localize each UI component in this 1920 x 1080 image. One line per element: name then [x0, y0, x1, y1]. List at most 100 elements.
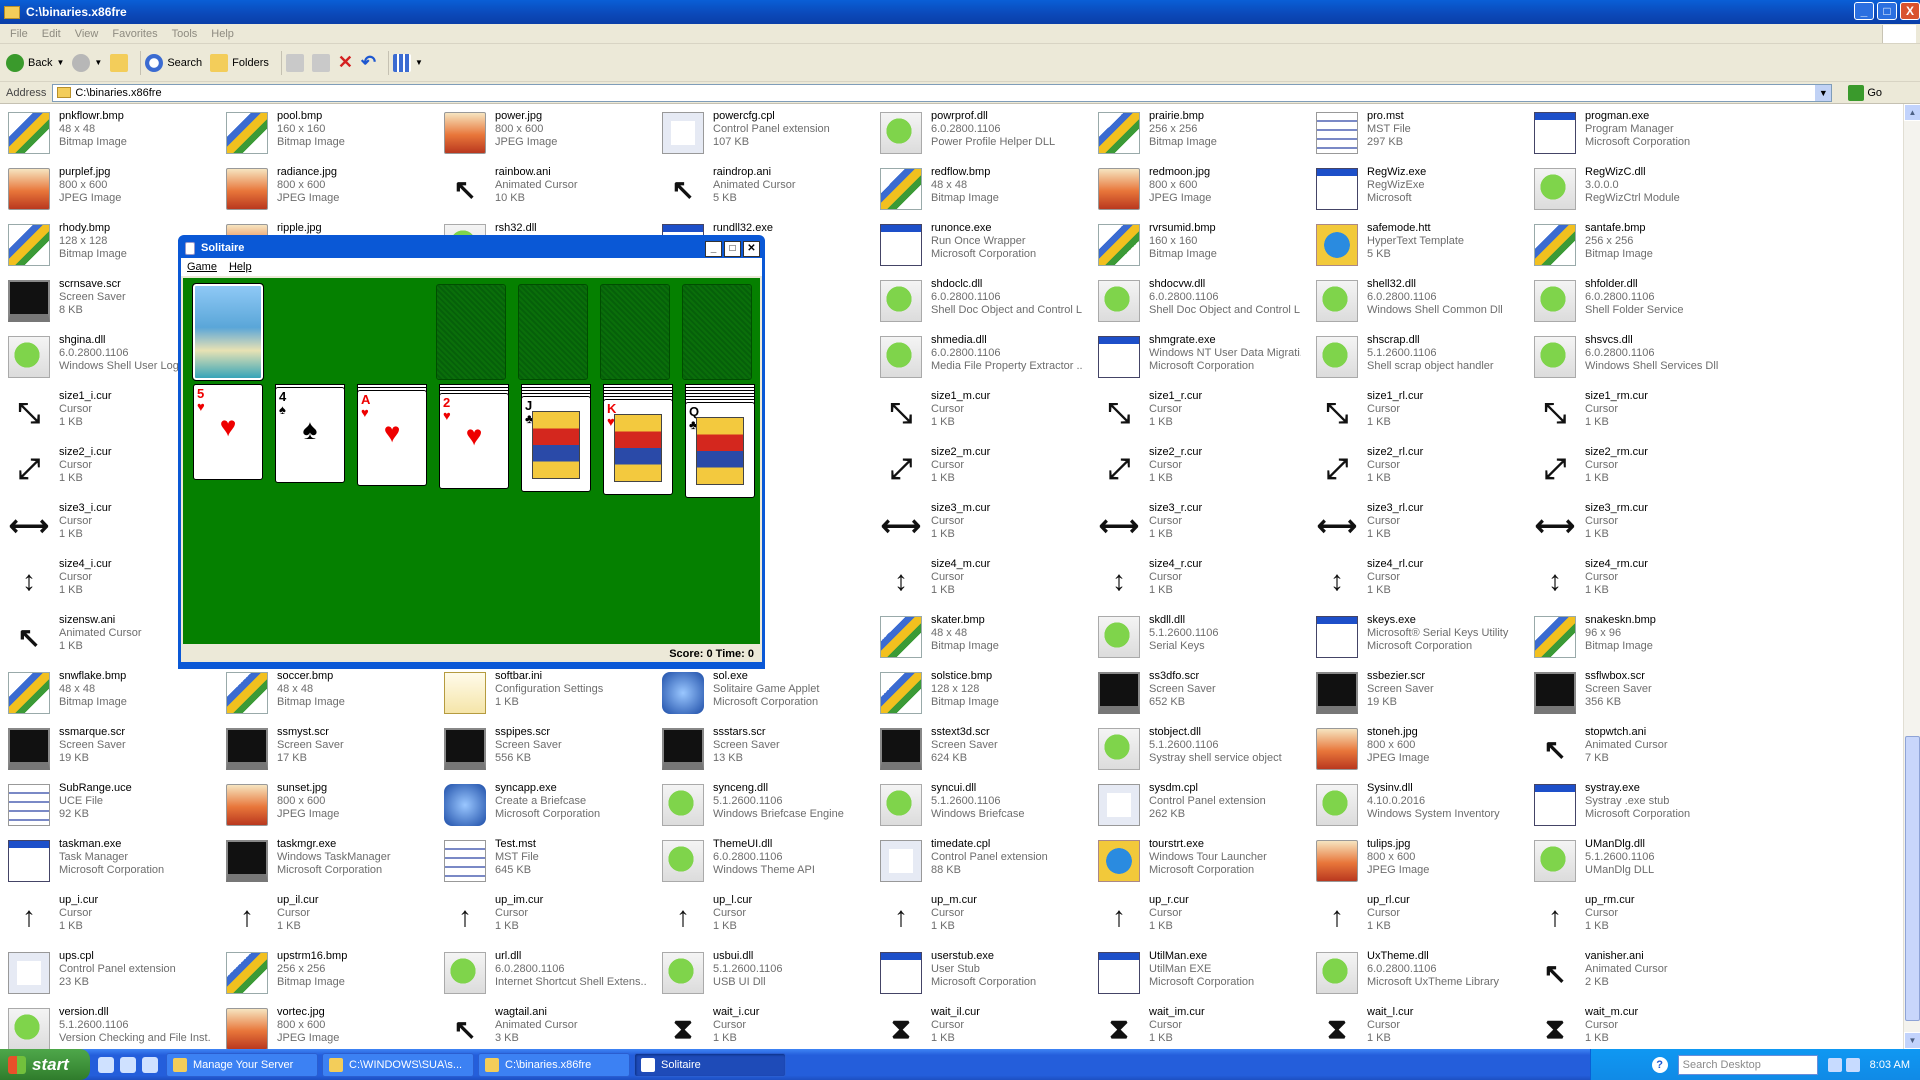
solitaire-maximize-button[interactable]: □	[724, 241, 741, 257]
file-item[interactable]: ⤡ size1_m.cur Cursor 1 KB	[872, 384, 1087, 440]
file-item[interactable]: skeys.exe Microsoft® Serial Keys Utility M…	[1308, 608, 1523, 664]
file-item[interactable]: sysdm.cpl Control Panel extension 262 KB	[1090, 776, 1305, 832]
file-item[interactable]: version.dll 5.1.2600.1106 Version Checking…	[0, 1000, 215, 1049]
file-item[interactable]: shdoclc.dll 6.0.2800.1106 Shell Doc Object…	[872, 272, 1087, 328]
delete-button[interactable]: ✕	[338, 52, 353, 73]
file-item[interactable]: ↕ size4_r.cur Cursor 1 KB	[1090, 552, 1305, 608]
file-item[interactable]: redmoon.jpg 800 x 600 JPEG Image	[1090, 160, 1305, 216]
file-item[interactable]: snakeskn.bmp 96 x 96 Bitmap Image	[1526, 608, 1741, 664]
file-item[interactable]: ⧗ wait_m.cur Cursor 1 KB	[1526, 1000, 1741, 1049]
file-item[interactable]: sunset.jpg 800 x 600 JPEG Image	[218, 776, 433, 832]
file-item[interactable]: runonce.exe Run Once Wrapper Microsoft Cor…	[872, 216, 1087, 272]
task-manage-your-server[interactable]: Manage Your Server	[166, 1052, 318, 1077]
file-item[interactable]: sol.exe Solitaire Game Applet Microsoft Co…	[654, 664, 869, 720]
up-folder-button[interactable]	[110, 53, 129, 72]
undo-button[interactable]: ↶	[361, 52, 376, 73]
file-item[interactable]: ⧗ wait_im.cur Cursor 1 KB	[1090, 1000, 1305, 1049]
close-button[interactable]: X	[1900, 2, 1920, 20]
copy-to-button[interactable]	[311, 53, 330, 72]
menu-tools[interactable]: Tools	[172, 28, 198, 40]
solitaire-titlebar[interactable]: Solitaire _ □ ✕	[181, 238, 762, 258]
scroll-thumb[interactable]	[1905, 736, 1920, 1021]
file-item[interactable]: usbui.dll 5.1.2600.1106 USB UI Dll	[654, 944, 869, 1000]
chevron-down-icon[interactable]: ▼	[1815, 84, 1832, 101]
menu-favorites[interactable]: Favorites	[112, 28, 157, 40]
views-button[interactable]: ▼	[393, 53, 423, 72]
file-item[interactable]: pro.mst MST File 297 KB	[1308, 104, 1523, 160]
file-item[interactable]: ↕ size4_m.cur Cursor 1 KB	[872, 552, 1087, 608]
file-item[interactable]: UxTheme.dll 6.0.2800.1106 Microsoft UxThem…	[1308, 944, 1523, 1000]
menu-edit[interactable]: Edit	[42, 28, 61, 40]
file-item[interactable]: tulips.jpg 800 x 600 JPEG Image	[1308, 832, 1523, 888]
file-item[interactable]: ssmyst.scr Screen Saver 17 KB	[218, 720, 433, 776]
search-button[interactable]: Search	[145, 53, 202, 72]
file-item[interactable]: ↕ size4_rm.cur Cursor 1 KB	[1526, 552, 1741, 608]
file-item[interactable]: taskmgr.exe Windows TaskManager Microsoft …	[218, 832, 433, 888]
file-item[interactable]: ↖ wagtail.ani Animated Cursor 3 KB	[436, 1000, 651, 1049]
task-solitaire[interactable]: Solitaire	[634, 1052, 786, 1077]
folders-button[interactable]: Folders	[210, 53, 269, 72]
file-item[interactable]: ↑ up_rl.cur Cursor 1 KB	[1308, 888, 1523, 944]
file-item[interactable]: ssbezier.scr Screen Saver 19 KB	[1308, 664, 1523, 720]
tableau-card[interactable]: K ♥	[603, 399, 673, 495]
help-icon[interactable]: ?	[1651, 1056, 1668, 1073]
file-item[interactable]: prairie.bmp 256 x 256 Bitmap Image	[1090, 104, 1305, 160]
file-item[interactable]: UtilMan.exe UtilMan EXE Microsoft Corporat…	[1090, 944, 1305, 1000]
window-titlebar[interactable]: C:\binaries.x86fre _ □ X	[0, 0, 1920, 24]
file-item[interactable]: ⤢ size2_rm.cur Cursor 1 KB	[1526, 440, 1741, 496]
file-item[interactable]: ↖ raindrop.ani Animated Cursor 5 KB	[654, 160, 869, 216]
file-item[interactable]: ⧗ wait_i.cur Cursor 1 KB	[654, 1000, 869, 1049]
file-item[interactable]: purplef.jpg 800 x 600 JPEG Image	[0, 160, 215, 216]
file-item[interactable]: skdll.dll 5.1.2600.1106 Serial Keys	[1090, 608, 1305, 664]
file-item[interactable]: ↖ rainbow.ani Animated Cursor 10 KB	[436, 160, 651, 216]
minimize-button[interactable]: _	[1854, 2, 1874, 20]
file-item[interactable]: shell32.dll 6.0.2800.1106 Windows Shell Co…	[1308, 272, 1523, 328]
tableau-card[interactable]: J ♣	[521, 396, 591, 492]
file-item[interactable]: taskman.exe Task Manager Microsoft Corpora…	[0, 832, 215, 888]
address-field[interactable]: C:\binaries.x86fre ▼	[52, 83, 1833, 102]
file-item[interactable]: powercfg.cpl Control Panel extension 107 K…	[654, 104, 869, 160]
solitaire-close-button[interactable]: ✕	[743, 241, 760, 257]
file-item[interactable]: ↑ up_i.cur Cursor 1 KB	[0, 888, 215, 944]
vertical-scrollbar[interactable]: ▲ ▼	[1903, 104, 1920, 1049]
stock-pile[interactable]	[192, 283, 264, 381]
menu-help[interactable]: Help	[229, 261, 252, 273]
file-item[interactable]: sstext3d.scr Screen Saver 624 KB	[872, 720, 1087, 776]
file-item[interactable]: shsvcs.dll 6.0.2800.1106 Windows Shell Ser…	[1526, 328, 1741, 384]
file-item[interactable]: ssflwbox.scr Screen Saver 356 KB	[1526, 664, 1741, 720]
file-item[interactable]: upstrm16.bmp 256 x 256 Bitmap Image	[218, 944, 433, 1000]
menu-help[interactable]: Help	[211, 28, 234, 40]
file-item[interactable]: ssmarque.scr Screen Saver 19 KB	[0, 720, 215, 776]
menu-game[interactable]: Game	[187, 261, 217, 273]
file-item[interactable]: pool.bmp 160 x 160 Bitmap Image	[218, 104, 433, 160]
file-item[interactable]: ⧗ wait_il.cur Cursor 1 KB	[872, 1000, 1087, 1049]
task-sua-folder[interactable]: C:\WINDOWS\SUA\s...	[322, 1052, 474, 1077]
file-item[interactable]: snwflake.bmp 48 x 48 Bitmap Image	[0, 664, 215, 720]
file-item[interactable]: ⤢ size2_rl.cur Cursor 1 KB	[1308, 440, 1523, 496]
file-item[interactable]: progman.exe Program Manager Microsoft Corp…	[1526, 104, 1741, 160]
file-item[interactable]: RegWiz.exe RegWizExe Microsoft	[1308, 160, 1523, 216]
foundation-slot[interactable]	[682, 284, 752, 380]
file-item[interactable]: ⤡ size1_rm.cur Cursor 1 KB	[1526, 384, 1741, 440]
file-item[interactable]: ↑ up_m.cur Cursor 1 KB	[872, 888, 1087, 944]
file-item[interactable]: solstice.bmp 128 x 128 Bitmap Image	[872, 664, 1087, 720]
file-item[interactable]: santafe.bmp 256 x 256 Bitmap Image	[1526, 216, 1741, 272]
file-item[interactable]: stobject.dll 5.1.2600.1106 Systray shell s…	[1090, 720, 1305, 776]
file-item[interactable]: ↕ size4_rl.cur Cursor 1 KB	[1308, 552, 1523, 608]
file-item[interactable]: ⤡ size1_rl.cur Cursor 1 KB	[1308, 384, 1523, 440]
tableau-card[interactable]: A ♥ ♥	[357, 390, 427, 486]
file-item[interactable]: url.dll 6.0.2800.1106 Internet Shortcut Sh…	[436, 944, 651, 1000]
tableau-card[interactable]: 4 ♠ ♠	[275, 387, 345, 483]
start-button[interactable]: start	[0, 1049, 90, 1080]
file-item[interactable]: SubRange.uce UCE File 92 KB	[0, 776, 215, 832]
file-item[interactable]: RegWizC.dll 3.0.0.0 RegWizCtrl Module	[1526, 160, 1741, 216]
file-item[interactable]: shmedia.dll 6.0.2800.1106 Media File Prope…	[872, 328, 1087, 384]
file-item[interactable]: ⟷ size3_rl.cur Cursor 1 KB	[1308, 496, 1523, 552]
file-item[interactable]: soccer.bmp 48 x 48 Bitmap Image	[218, 664, 433, 720]
file-item[interactable]: ↑ up_il.cur Cursor 1 KB	[218, 888, 433, 944]
tableau-card[interactable]: 2 ♥ ♥	[439, 393, 509, 489]
file-item[interactable]: redflow.bmp 48 x 48 Bitmap Image	[872, 160, 1087, 216]
foundation-slot[interactable]	[436, 284, 506, 380]
volume-icon[interactable]	[1845, 1057, 1860, 1072]
file-item[interactable]: pnkflowr.bmp 48 x 48 Bitmap Image	[0, 104, 215, 160]
